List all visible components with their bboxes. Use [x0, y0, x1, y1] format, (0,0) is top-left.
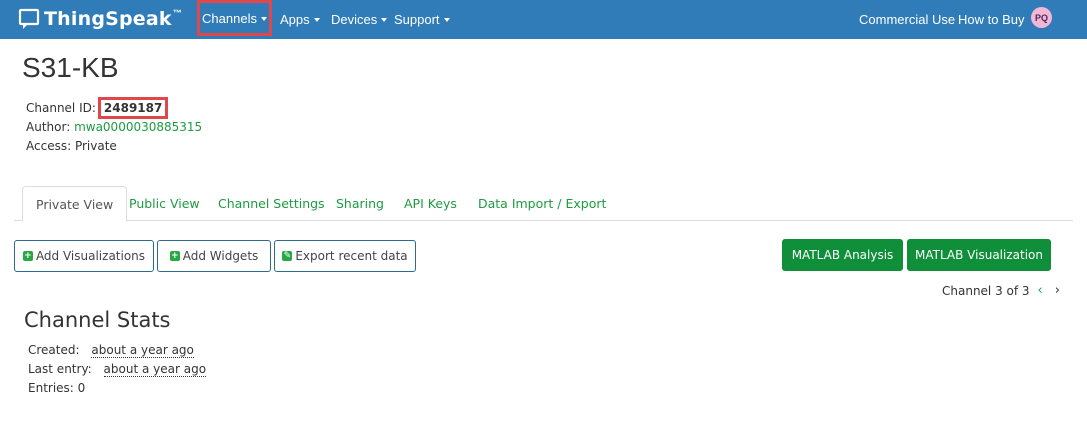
chat-bubble-icon: [18, 8, 40, 29]
tab-data-import-export[interactable]: Data Import / Export: [478, 186, 606, 221]
pager-text: Channel 3 of 3: [942, 283, 1030, 298]
channel-id-value: 2489187: [97, 97, 169, 119]
nav-channels-dropdown[interactable]: Channels: [197, 0, 272, 36]
add-visualizations-button[interactable]: + Add Visualizations: [14, 240, 154, 272]
chevron-down-icon: [260, 16, 267, 21]
export-recent-data-label: Export recent data: [295, 249, 408, 263]
brand-trademark: ™: [172, 8, 182, 18]
top-navbar: ThingSpeak ™ Channels Apps Devices Suppo…: [0, 0, 1087, 39]
matlab-analysis-button[interactable]: MATLAB Analysis: [782, 239, 903, 271]
user-avatar[interactable]: PQ: [1031, 7, 1052, 28]
channel-id-row: Channel ID: 2489187: [26, 97, 169, 119]
plus-square-icon: +: [22, 251, 33, 261]
channel-tabs: Private View Public View Channel Setting…: [14, 186, 1073, 222]
plus-square-icon: +: [169, 251, 180, 261]
nav-channels-label: Channels: [202, 10, 257, 26]
nav-support-dropdown[interactable]: Support: [394, 0, 450, 39]
tab-private-view[interactable]: Private View: [22, 186, 128, 222]
stat-entries-label: Entries:: [28, 381, 74, 395]
nav-commercial-use-link[interactable]: Commercial Use: [859, 0, 955, 39]
stat-entries-row: Entries: 0: [28, 381, 85, 395]
chevron-down-icon: [443, 18, 450, 22]
stat-last-entry-value: about a year ago: [103, 362, 207, 377]
channel-author-label: Author:: [26, 120, 71, 134]
channel-stats-title: Channel Stats: [24, 308, 171, 332]
channel-access-row: Access: Private: [26, 139, 117, 153]
nav-devices-label: Devices: [331, 12, 378, 27]
chevron-down-icon: [313, 18, 320, 22]
stat-last-entry-label: Last entry:: [28, 362, 92, 376]
channel-author-row: Author: mwa0000030885315: [26, 120, 202, 134]
tab-sharing[interactable]: Sharing: [336, 186, 384, 221]
add-visualizations-label: Add Visualizations: [35, 249, 146, 263]
add-widgets-label: Add Widgets: [182, 249, 259, 263]
nav-how-to-buy-link[interactable]: How to Buy: [958, 0, 1024, 39]
channel-pager: Channel 3 of 3 ‹ ›: [942, 283, 1060, 298]
stat-last-entry-row: Last entry: about a year ago: [28, 362, 207, 377]
nav-apps-label: Apps: [280, 12, 310, 27]
add-widgets-button[interactable]: + Add Widgets: [157, 240, 271, 272]
nav-devices-dropdown[interactable]: Devices: [331, 0, 388, 39]
stat-created-value: about a year ago: [91, 343, 194, 358]
channel-title: S31-KB: [22, 52, 119, 83]
brand-name: ThingSpeak: [44, 8, 172, 30]
channel-id-label: Channel ID:: [26, 101, 96, 115]
chevron-down-icon: [381, 18, 388, 22]
export-recent-data-button[interactable]: ✎ Export recent data: [274, 240, 416, 272]
channel-author-link[interactable]: mwa0000030885315: [74, 120, 202, 134]
chevron-left-icon[interactable]: ‹: [1038, 283, 1043, 298]
channel-access-label: Access:: [26, 139, 72, 153]
brand-logo[interactable]: ThingSpeak ™: [18, 6, 182, 32]
nav-apps-dropdown[interactable]: Apps: [280, 0, 320, 39]
stat-created-label: Created:: [28, 343, 80, 357]
edit-square-icon: ✎: [282, 251, 293, 261]
matlab-visualization-button[interactable]: MATLAB Visualization: [907, 239, 1051, 271]
stat-created-row: Created: about a year ago: [28, 343, 194, 358]
chevron-right-icon[interactable]: ›: [1055, 283, 1060, 298]
tab-channel-settings[interactable]: Channel Settings: [218, 186, 325, 221]
tab-public-view[interactable]: Public View: [129, 186, 200, 221]
tab-api-keys[interactable]: API Keys: [404, 186, 457, 221]
channel-access-value: Private: [74, 139, 117, 153]
stat-entries-value: 0: [77, 381, 86, 395]
nav-support-label: Support: [394, 12, 440, 27]
